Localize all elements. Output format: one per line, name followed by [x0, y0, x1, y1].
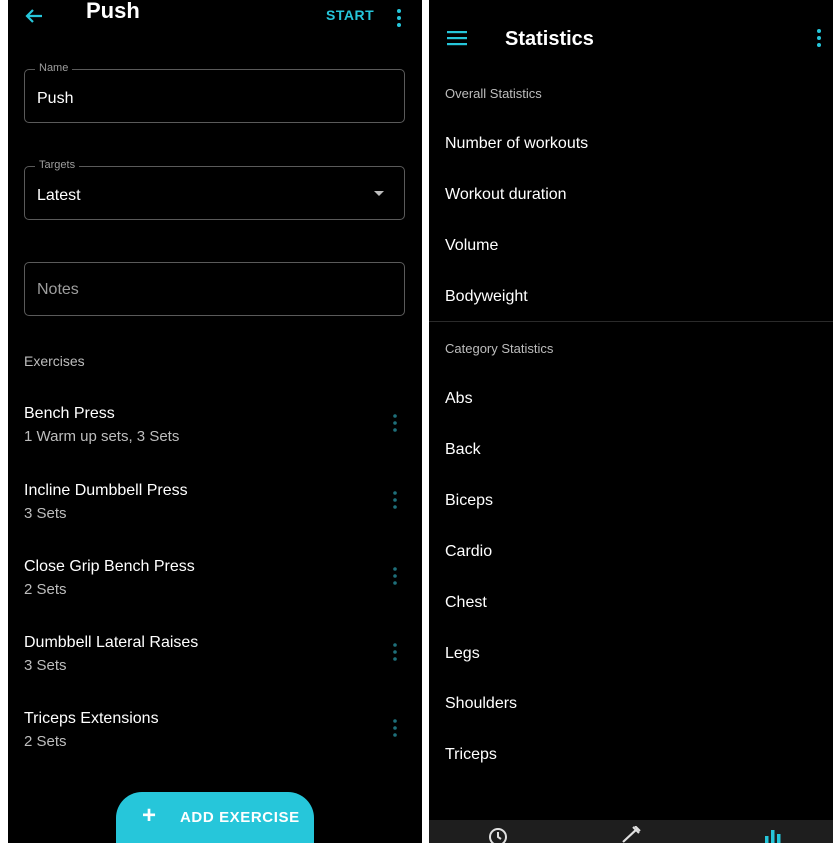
exercise-item[interactable]: Close Grip Bench Press 2 Sets — [8, 558, 422, 614]
history-icon[interactable] — [487, 826, 507, 843]
hamburger-menu-icon[interactable] — [447, 30, 467, 46]
name-field-value[interactable]: Push — [37, 90, 73, 108]
exercise-sets: 2 Sets — [24, 733, 67, 750]
caret-down-icon[interactable] — [374, 191, 384, 196]
overall-statistics-header: Overall Statistics — [445, 86, 542, 101]
category-item-biceps[interactable]: Biceps — [445, 492, 493, 510]
more-vert-icon[interactable] — [392, 642, 398, 662]
statistics-panel: Statistics Overall Statistics Number of … — [429, 0, 833, 843]
exercise-item[interactable]: Triceps Extensions 2 Sets — [8, 710, 422, 766]
exercise-name: Close Grip Bench Press — [24, 558, 195, 575]
category-item-shoulders[interactable]: Shoulders — [445, 695, 517, 713]
targets-value[interactable]: Latest — [37, 187, 81, 205]
more-vert-icon[interactable] — [392, 413, 398, 433]
exercise-item[interactable]: Bench Press 1 Warm up sets, 3 Sets — [8, 405, 422, 461]
stat-item-bodyweight[interactable]: Bodyweight — [445, 288, 528, 306]
exercise-sets: 2 Sets — [24, 581, 67, 598]
exercise-item[interactable]: Dumbbell Lateral Raises 3 Sets — [8, 634, 422, 690]
add-exercise-button[interactable]: + ADD EXERCISE — [116, 792, 314, 843]
exercise-name: Dumbbell Lateral Raises — [24, 634, 199, 651]
divider — [429, 321, 833, 322]
stat-item-workout-duration[interactable]: Workout duration — [445, 186, 567, 204]
stat-item-volume[interactable]: Volume — [445, 237, 498, 255]
page-title: Statistics — [505, 28, 594, 50]
notes-field[interactable]: Notes — [24, 262, 405, 316]
bottom-navigation — [429, 820, 833, 843]
dumbbell-icon[interactable] — [619, 826, 641, 843]
category-item-back[interactable]: Back — [445, 441, 481, 459]
exercise-name: Incline Dumbbell Press — [24, 482, 188, 499]
category-item-cardio[interactable]: Cardio — [445, 543, 492, 561]
targets-dropdown[interactable]: Targets Latest — [24, 159, 405, 220]
exercises-header: Exercises — [24, 353, 85, 369]
exercise-name: Triceps Extensions — [24, 710, 159, 727]
category-statistics-header: Category Statistics — [445, 341, 554, 356]
page-title: Push — [86, 0, 140, 23]
exercise-sets: 3 Sets — [24, 657, 67, 674]
targets-label: Targets — [35, 159, 80, 171]
workout-editor-panel: Push START Name Push Targets Latest Note… — [8, 0, 422, 843]
category-item-abs[interactable]: Abs — [445, 390, 473, 408]
exercise-sets: 3 Sets — [24, 505, 67, 522]
exercise-item[interactable]: Incline Dumbbell Press 3 Sets — [8, 482, 422, 538]
category-item-legs[interactable]: Legs — [445, 645, 480, 663]
more-vert-icon[interactable] — [392, 566, 398, 586]
category-item-triceps[interactable]: Triceps — [445, 746, 497, 764]
more-vert-icon[interactable] — [392, 718, 398, 738]
exercise-name: Bench Press — [24, 405, 115, 422]
plus-icon: + — [142, 802, 157, 829]
exercise-sets: 1 Warm up sets, 3 Sets — [24, 428, 180, 445]
name-field-label: Name — [35, 62, 73, 74]
more-vert-icon[interactable] — [396, 8, 402, 28]
stat-item-number-of-workouts[interactable]: Number of workouts — [445, 135, 588, 153]
more-vert-icon[interactable] — [816, 28, 822, 48]
category-item-chest[interactable]: Chest — [445, 594, 487, 612]
bar-chart-icon[interactable] — [763, 826, 783, 843]
name-field[interactable]: Name Push — [24, 62, 405, 123]
start-button[interactable]: START — [326, 7, 374, 23]
add-exercise-label: ADD EXERCISE — [180, 809, 300, 826]
more-vert-icon[interactable] — [392, 490, 398, 510]
notes-placeholder[interactable]: Notes — [37, 281, 79, 299]
arrow-back-icon[interactable] — [24, 6, 44, 26]
